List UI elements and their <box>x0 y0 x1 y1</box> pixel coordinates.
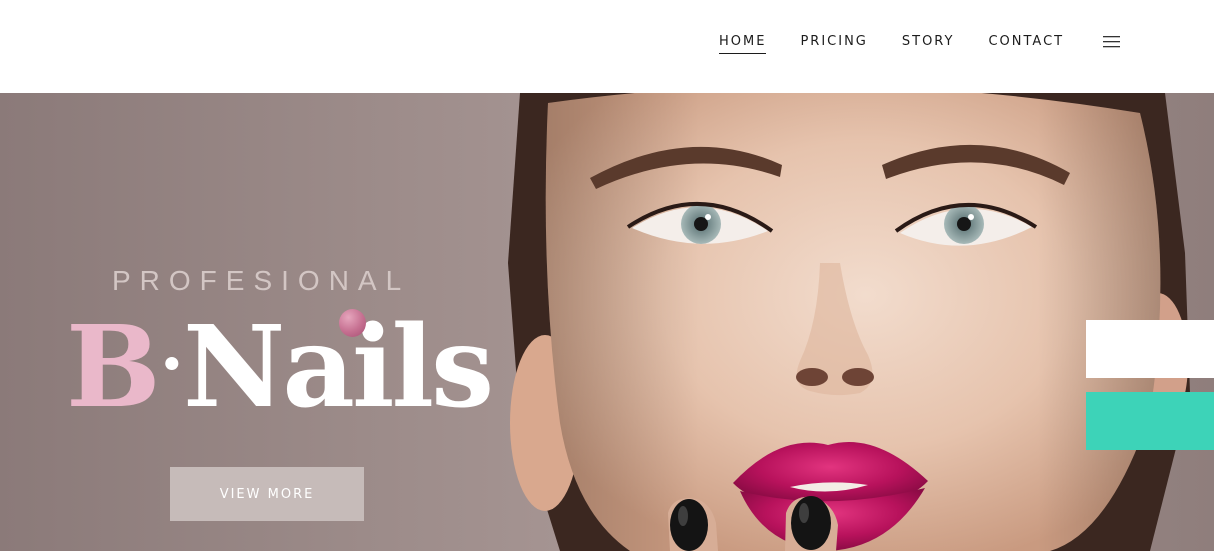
hero-banner: PROFESIONAL B·Nails VIEW MORE <box>0 93 1214 551</box>
hamburger-icon[interactable] <box>1103 36 1120 48</box>
hero-subtitle: PROFESIONAL <box>112 265 411 296</box>
brand-logo-title: B·Nails <box>66 299 494 433</box>
nav-home-link[interactable]: HOME <box>719 34 767 54</box>
site-header: HOME PRICING STORY CONTACT <box>0 0 1214 93</box>
side-tab-teal[interactable] <box>1086 392 1214 450</box>
title-separator: · <box>159 322 184 405</box>
title-initial: B <box>66 302 161 433</box>
nail-polish-drop-icon <box>339 309 366 337</box>
nav-contact-link[interactable]: CONTACT <box>988 34 1064 53</box>
view-more-button[interactable]: VIEW MORE <box>170 467 364 521</box>
main-nav: HOME PRICING STORY CONTACT <box>719 34 1064 54</box>
side-tab-white[interactable] <box>1086 320 1214 378</box>
nav-pricing-link[interactable]: PRICING <box>800 34 867 53</box>
nav-story-link[interactable]: STORY <box>902 34 955 53</box>
title-word: Nails <box>183 302 494 433</box>
